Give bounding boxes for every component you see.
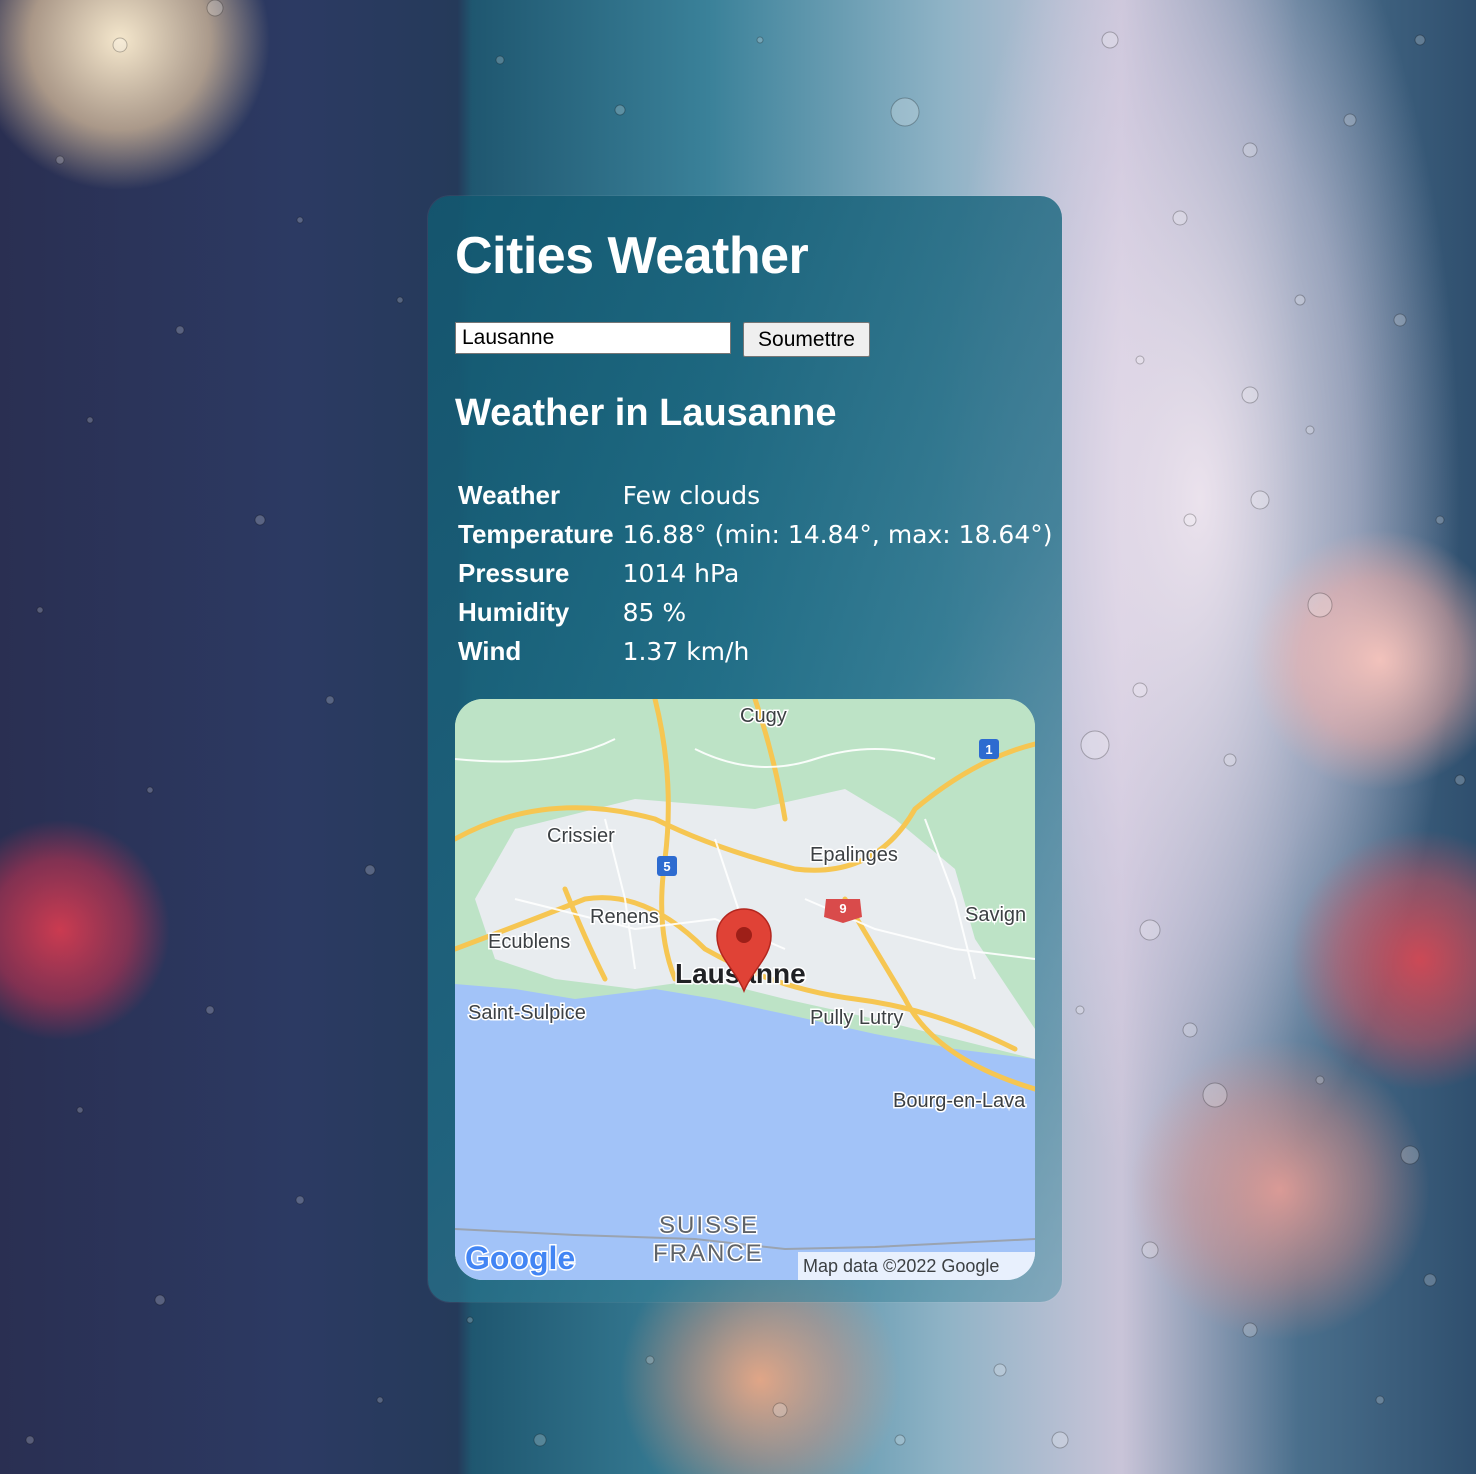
label-savigny: Savign <box>965 904 1026 926</box>
table-row: Temperature 16.88° (min: 14.84°, max: 18… <box>455 515 1056 554</box>
table-row: Pressure 1014 hPa <box>455 554 1056 593</box>
page-title: Cities Weather <box>455 227 809 285</box>
city-search-input[interactable] <box>455 322 731 354</box>
label-pully-lutry: Pully Lutry <box>810 1007 903 1029</box>
weather-label: Weather <box>458 480 561 510</box>
weather-value: Few clouds <box>622 481 761 510</box>
shield-a1: 1 <box>979 739 999 759</box>
pressure-value: 1014 hPa <box>622 559 740 588</box>
label-saint-sulpice: Saint-Sulpice <box>468 1002 586 1024</box>
label-crissier: Crissier <box>547 825 615 847</box>
svg-text:1: 1 <box>985 742 992 757</box>
shield-a5: 5 <box>657 856 677 876</box>
weather-details-table: Weather Few clouds Temperature 16.88° (m… <box>455 476 1056 671</box>
weather-card: Cities Weather Soumettre Weather in Laus… <box>428 196 1062 1302</box>
svg-text:9: 9 <box>839 901 846 916</box>
pressure-label: Pressure <box>458 558 570 588</box>
map-attribution: Map data ©2022 Google <box>798 1252 1035 1280</box>
label-ecublens: Ecublens <box>488 931 570 953</box>
city-map[interactable]: 1 5 9 Cugy Crissier Epalinges Renens Sav… <box>455 699 1035 1280</box>
weather-heading: Weather in Lausanne <box>455 392 837 434</box>
table-row: Wind 1.37 km/h <box>455 632 1056 671</box>
label-cugy: Cugy <box>740 705 787 727</box>
wind-value: 1.37 km/h <box>622 637 750 666</box>
temperature-label: Temperature <box>458 519 614 549</box>
table-row: Weather Few clouds <box>455 476 1056 515</box>
humidity-label: Humidity <box>458 597 570 627</box>
label-suisse: SUISSE <box>659 1212 759 1239</box>
label-france: FRANCE <box>653 1240 764 1267</box>
wind-label: Wind <box>458 636 522 666</box>
label-epalinges: Epalinges <box>810 844 898 866</box>
table-row: Humidity 85 % <box>455 593 1056 632</box>
label-renens: Renens <box>590 906 659 928</box>
svg-text:Map data ©2022 Google: Map data ©2022 Google <box>803 1256 999 1276</box>
humidity-value: 85 % <box>622 598 687 627</box>
temperature-value: 16.88° (min: 14.84°, max: 18.64°) <box>622 520 1053 549</box>
svg-text:5: 5 <box>663 859 670 874</box>
submit-button[interactable]: Soumettre <box>743 322 870 357</box>
google-logo: Google <box>465 1240 575 1276</box>
label-bourg-en-lavaux: Bourg-en-Lava <box>893 1090 1026 1112</box>
